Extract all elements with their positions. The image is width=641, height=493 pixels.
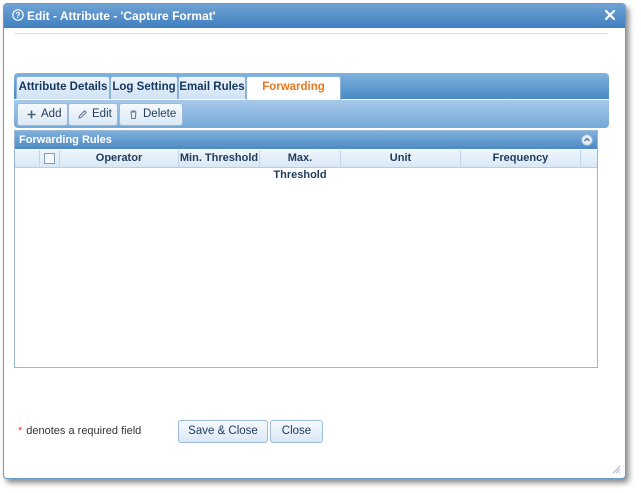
required-star: *	[18, 425, 23, 437]
help-icon[interactable]: ?	[12, 9, 24, 21]
select-column	[40, 150, 60, 167]
grid-header-row: Operator Min. Threshold Max. Threshold U…	[15, 150, 597, 181]
required-note-text: denotes a required field	[26, 425, 142, 437]
column-min-threshold[interactable]: Min. Threshold	[179, 150, 260, 167]
column-unit[interactable]: Unit	[341, 150, 461, 167]
required-field-note: * denotes a required field	[18, 425, 141, 437]
column-max-threshold[interactable]: Max. Threshold	[260, 150, 341, 181]
delete-button[interactable]: Delete	[119, 103, 183, 126]
dialog-title: Edit - Attribute - 'Capture Format'	[27, 9, 216, 23]
edit-button[interactable]: Edit	[68, 103, 118, 126]
svg-text:?: ?	[16, 11, 21, 20]
plus-icon	[27, 110, 36, 119]
dialog-titlebar[interactable]: ? Edit - Attribute - 'Capture Format'	[4, 4, 625, 28]
grid-title-bar: Forwarding Rules	[15, 131, 597, 149]
forwarding-rules-grid: Forwarding Rules Operator Min. Threshold…	[14, 130, 598, 368]
resize-grip-icon[interactable]	[611, 464, 621, 474]
tab-log-setting[interactable]: Log Setting	[110, 76, 178, 99]
trash-icon	[130, 110, 137, 120]
collapse-icon[interactable]	[581, 134, 593, 146]
edit-attribute-dialog: ? Edit - Attribute - 'Capture Format' At…	[3, 3, 626, 479]
delete-button-label: Delete	[143, 108, 177, 120]
grid-title: Forwarding Rules	[19, 134, 112, 146]
edit-button-label: Edit	[92, 108, 112, 120]
pencil-icon	[78, 110, 87, 119]
tab-forwarding-rules[interactable]: Forwarding Rules	[246, 76, 341, 114]
close-button[interactable]: Close	[270, 420, 323, 443]
close-icon[interactable]	[603, 8, 617, 22]
tab-attribute-details[interactable]: Attribute Details	[16, 76, 110, 99]
column-operator[interactable]: Operator	[60, 150, 179, 167]
column-frequency[interactable]: Frequency	[461, 150, 581, 167]
add-button-label: Add	[41, 108, 62, 120]
add-button[interactable]: Add	[17, 103, 68, 126]
save-close-button[interactable]: Save & Close	[178, 420, 268, 443]
tab-email-rules[interactable]: Email Rules	[178, 76, 246, 99]
tab-strip: Attribute Details Log Setting Email Rule…	[14, 73, 609, 114]
select-all-checkbox[interactable]	[44, 153, 55, 164]
grid-toolbar: Add Edit Delete	[14, 100, 609, 128]
top-spacer-panel	[15, 33, 607, 70]
row-numberer-column	[15, 150, 40, 167]
